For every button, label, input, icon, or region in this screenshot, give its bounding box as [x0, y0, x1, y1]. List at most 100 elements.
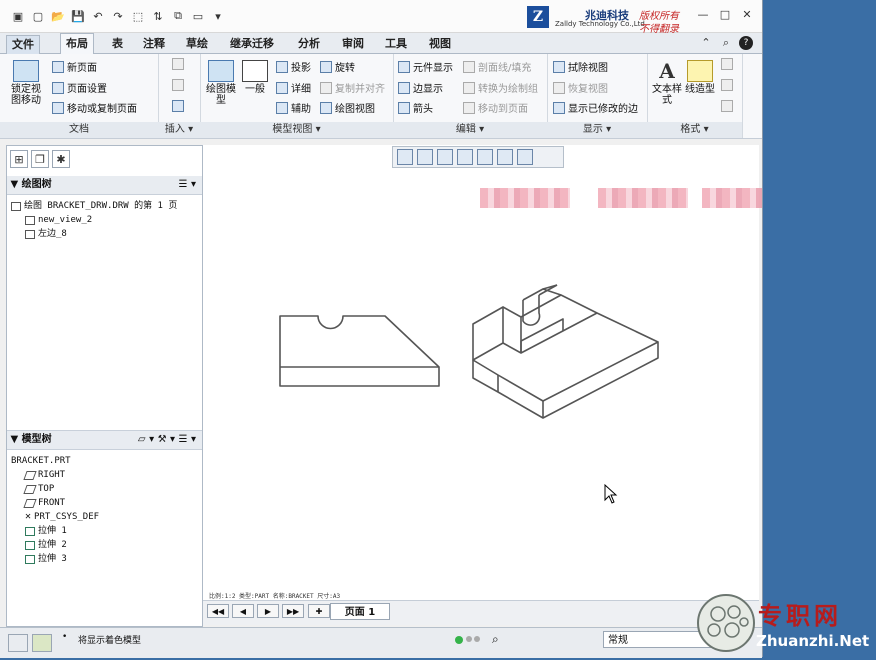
tree-item[interactable]: 左边_8 [11, 227, 177, 241]
drawing-canvas[interactable] [203, 145, 759, 600]
help-icon[interactable]: ? [739, 36, 753, 50]
tree-item[interactable]: TOP [11, 482, 99, 496]
browser-toggle-icon[interactable] [32, 634, 52, 652]
zoom-out-icon[interactable] [437, 149, 453, 165]
drawing-view-button[interactable]: 绘图视图 [320, 100, 375, 115]
tree-item[interactable]: BRACKET.PRT [11, 454, 99, 468]
auxiliary-button[interactable]: 辅助 [276, 100, 311, 115]
repaint-icon[interactable] [457, 149, 473, 165]
group-label-display[interactable]: 显示 ▾ [547, 122, 647, 138]
model-tree-header[interactable]: ▼ 模型树 ▱ ▾ ⚒ ▾ ☰ ▾ [7, 430, 202, 450]
move-copy-page-button[interactable]: 移动或复制页面 [52, 100, 137, 115]
tree-item[interactable]: new_view_2 [11, 213, 177, 227]
refit-icon[interactable] [397, 149, 413, 165]
tab-table[interactable]: 表 [107, 35, 128, 53]
next-page-icon[interactable]: ▶ [257, 604, 279, 618]
insert-sketch-button[interactable] [172, 79, 184, 91]
prev-page-icon[interactable]: ◀ [232, 604, 254, 618]
first-page-icon[interactable]: ◀◀ [207, 604, 229, 618]
group-label-edit[interactable]: 编辑 ▾ [393, 122, 547, 138]
model-tree-settings-icon[interactable]: ▱ ▾ ⚒ ▾ ☰ ▾ [138, 431, 196, 449]
tab-review[interactable]: 审阅 [337, 35, 369, 53]
add-page-icon[interactable]: ✚ [308, 604, 330, 618]
tree-item[interactable]: 拉伸 2 [11, 538, 99, 552]
regenerate-icon[interactable]: ⇅ [150, 8, 166, 24]
redo-icon[interactable]: ↷ [110, 8, 126, 24]
close-window-icon[interactable]: ▭ [190, 8, 206, 24]
collapse-ribbon-icon[interactable]: ⌃ [699, 36, 713, 50]
projection-button[interactable]: 投影 [276, 59, 311, 74]
undo-icon[interactable]: ↶ [90, 8, 106, 24]
copy-align-button[interactable]: 复制并对齐 [320, 80, 385, 95]
saved-views-icon[interactable] [497, 149, 513, 165]
minimize-icon[interactable]: — [696, 8, 710, 22]
tree-settings-icon[interactable]: ☰ ▾ [179, 176, 196, 194]
lock-view-move-button[interactable]: 锁定视图移动 [8, 60, 44, 106]
tab-sketch[interactable]: 草绘 [181, 35, 213, 53]
tab-view[interactable]: 视图 [424, 35, 456, 53]
erase-view-button[interactable]: 拭除视图 [553, 59, 608, 74]
drawing-tree-header[interactable]: ▼ 绘图树 ☰ ▾ [7, 176, 202, 195]
text-style-button[interactable]: A 文本样式 [651, 60, 683, 106]
group-label-format[interactable]: 格式 ▾ [647, 122, 742, 138]
left-view-drawing[interactable] [279, 315, 440, 387]
insert-image-button[interactable] [172, 100, 184, 112]
maximize-icon[interactable]: □ [718, 8, 732, 22]
group-label-insert[interactable]: 插入 ▾ [158, 122, 200, 138]
tree-item[interactable]: 绘图 BRACKET_DRW.DRW 的第 1 页 [11, 199, 177, 213]
search-icon[interactable]: ⌕ [719, 36, 733, 50]
tree-item[interactable]: FRONT [11, 496, 99, 510]
detailed-button[interactable]: 详细 [276, 80, 311, 95]
format-option-3-button[interactable] [721, 100, 733, 112]
line-style-button[interactable]: 线造型 [685, 60, 715, 95]
navigator-panel: ⊞ ❐ ✱ ▼ 绘图树 ☰ ▾ 绘图 BRACKET_DRW.DRW 的第 1 … [6, 145, 203, 627]
format-option-1-button[interactable] [721, 58, 733, 70]
close-icon[interactable]: ✕ [740, 8, 754, 22]
drawing-model-button[interactable]: 绘图模型 [206, 60, 236, 106]
find-icon[interactable]: ⌕ [492, 632, 499, 647]
new-page-button[interactable]: 新页面 [52, 59, 97, 74]
group-label-model-views[interactable]: 模型视图 ▾ [200, 122, 393, 138]
restore-view-button[interactable]: 恢复视图 [553, 80, 608, 95]
save-icon[interactable]: 💾 [70, 8, 86, 24]
rotate-button[interactable]: 旋转 [320, 59, 355, 74]
tree-item[interactable]: RIGHT [11, 468, 99, 482]
tree-item[interactable]: ✕ PRT_CSYS_DEF [11, 510, 99, 524]
tab-analysis[interactable]: 分析 [293, 35, 325, 53]
layers-tab-icon[interactable]: ❐ [31, 150, 49, 168]
tab-tools[interactable]: 工具 [380, 35, 412, 53]
windows-icon[interactable]: ⧉ [170, 8, 186, 24]
tab-annotate[interactable]: 注释 [138, 35, 170, 53]
favorites-tab-icon[interactable]: ✱ [52, 150, 70, 168]
tree-item[interactable]: 拉伸 1 [11, 524, 99, 538]
open-folder-icon[interactable]: 📂 [50, 8, 66, 24]
page-setup-button[interactable]: 页面设置 [52, 80, 107, 95]
isometric-view-drawing[interactable] [472, 284, 659, 419]
page-tab[interactable]: 页面 1 [330, 603, 390, 620]
move-to-page-button[interactable]: 移动到页面 [463, 100, 528, 115]
modified-edges-icon [553, 101, 565, 114]
erase-view-icon [553, 60, 565, 73]
convert-draft-group-button[interactable]: 转换为绘制组 [463, 80, 538, 95]
select-box-icon[interactable]: ⬚ [130, 8, 146, 24]
section-fill-button[interactable]: 剖面线/填充 [463, 59, 531, 74]
tree-tab-icon[interactable]: ⊞ [10, 150, 28, 168]
customize-dropdown-icon[interactable]: ▾ [210, 8, 226, 24]
show-modified-edges-button[interactable]: 显示已修改的边 [553, 100, 638, 115]
datum-display-icon[interactable] [517, 149, 533, 165]
zoom-in-icon[interactable] [417, 149, 433, 165]
insert-chart-button[interactable] [172, 58, 184, 70]
format-option-2-button[interactable] [721, 79, 733, 91]
arrow-button[interactable]: 箭头 [398, 100, 433, 115]
edge-display-button[interactable]: 边显示 [398, 80, 443, 95]
last-page-icon[interactable]: ▶▶ [282, 604, 304, 618]
tab-legacy-migration[interactable]: 继承迁移 [225, 35, 279, 53]
general-view-button[interactable]: 一般 [240, 60, 270, 95]
new-file-icon[interactable]: ▢ [30, 8, 46, 24]
tree-item[interactable]: 拉伸 3 [11, 552, 99, 566]
element-display-button[interactable]: 元件显示 [398, 59, 453, 74]
tab-file[interactable]: 文件 [6, 35, 40, 55]
navigator-toggle-icon[interactable] [8, 634, 28, 652]
display-style-icon[interactable] [477, 149, 493, 165]
tab-layout[interactable]: 布局 [60, 33, 94, 54]
